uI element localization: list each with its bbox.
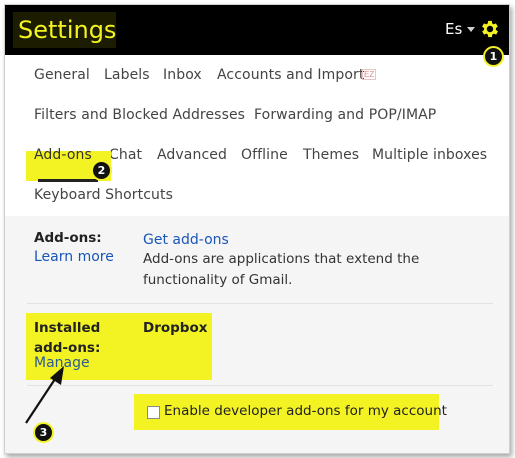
annotation-badge-2: 2 xyxy=(91,160,112,181)
tab-advanced[interactable]: Advanced xyxy=(157,147,227,163)
tab-labels[interactable]: Labels xyxy=(104,67,150,83)
gear-icon[interactable] xyxy=(479,18,501,40)
tab-inbox[interactable]: Inbox xyxy=(163,67,202,83)
installed-addons-label: Installed add-ons: xyxy=(34,320,101,356)
top-bar: Settings Es xyxy=(5,5,509,55)
developer-addons-checkbox[interactable] xyxy=(147,406,160,419)
addons-description: Add-ons are applications that extend the… xyxy=(143,251,420,288)
settings-window: Settings Es 1 General Labels Inbox Accou… xyxy=(4,4,510,454)
manage-link[interactable]: Manage xyxy=(34,355,90,371)
tab-filters-and-blocked-addresses[interactable]: Filters and Blocked Addresses xyxy=(34,107,245,123)
page-title: Settings xyxy=(18,16,117,44)
tab-chat[interactable]: Chat xyxy=(109,147,142,163)
get-addons-link[interactable]: Get add-ons xyxy=(143,232,229,248)
language-selector[interactable]: Es xyxy=(445,20,462,38)
tab-add-ons[interactable]: Add-ons xyxy=(34,147,92,163)
settings-tabs: General Labels Inbox Accounts and Import… xyxy=(5,55,509,215)
tab-accounts-and-import[interactable]: Accounts and Import xyxy=(217,67,364,83)
tab-multiple-inboxes[interactable]: Multiple inboxes xyxy=(372,147,487,163)
dropbox-addon-name: Dropbox xyxy=(143,320,208,336)
tab-keyboard-shortcuts[interactable]: Keyboard Shortcuts xyxy=(34,187,173,203)
tab-themes[interactable]: Themes xyxy=(303,147,359,163)
learn-more-link[interactable]: Learn more xyxy=(34,249,114,265)
tab-offline[interactable]: Offline xyxy=(241,147,288,163)
tab-forwarding-and-pop-imap[interactable]: Forwarding and POP/IMAP xyxy=(254,107,436,123)
divider xyxy=(27,303,493,304)
developer-addons-label[interactable]: Enable developer add-ons for my account xyxy=(164,403,447,419)
tab-general[interactable]: General xyxy=(34,67,90,83)
annotation-badge-3: 3 xyxy=(33,422,54,443)
active-tab-underline xyxy=(38,179,98,182)
chevron-down-icon[interactable] xyxy=(467,27,475,32)
divider xyxy=(27,385,493,386)
addons-label: Add-ons: xyxy=(34,230,102,246)
ez-tag: EZ xyxy=(362,69,377,80)
